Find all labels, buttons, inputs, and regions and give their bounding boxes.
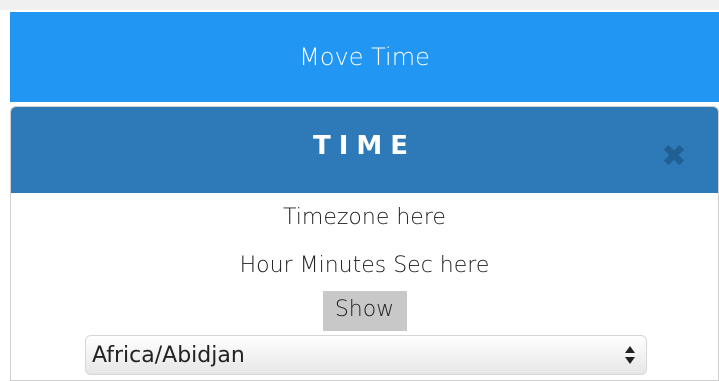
panel-title: TIME bbox=[312, 131, 417, 161]
select-arrows-icon bbox=[625, 346, 635, 364]
timezone-select[interactable]: Africa/Abidjan bbox=[85, 335, 647, 375]
close-icon[interactable]: ✖ bbox=[660, 142, 688, 172]
panel-body: Timezone here Hour Minutes Sec here Show bbox=[11, 193, 718, 331]
time-panel: TIME ✖ Timezone here Hour Minutes Sec he… bbox=[10, 106, 719, 381]
move-time-label: Move Time bbox=[299, 43, 430, 71]
panel-header: TIME ✖ bbox=[11, 107, 718, 193]
time-text: Hour Minutes Sec here bbox=[239, 253, 490, 278]
move-time-button[interactable]: Move Time bbox=[10, 12, 719, 102]
timezone-text: Timezone here bbox=[283, 205, 446, 230]
show-button[interactable]: Show bbox=[322, 291, 407, 331]
timezone-select-value: Africa/Abidjan bbox=[92, 342, 245, 368]
top-strip bbox=[0, 0, 719, 10]
